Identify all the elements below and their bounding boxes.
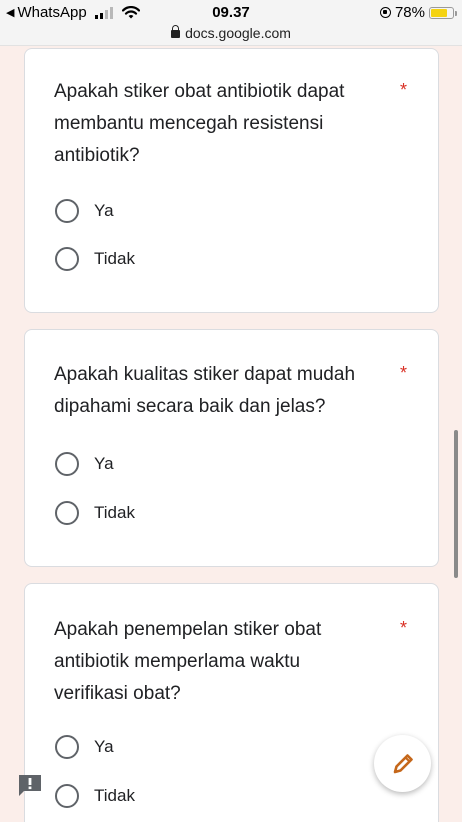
status-right: 78% xyxy=(379,4,457,21)
radio-option[interactable]: Tidak xyxy=(55,784,135,808)
radio-option[interactable]: Ya xyxy=(55,199,114,223)
question-text: Apakah kualitas stiker dapat mudah dipah… xyxy=(54,364,356,417)
question-card: Apakah stiker obat antibiotik dapat memb… xyxy=(24,48,439,313)
battery-icon xyxy=(429,6,457,19)
question-text: Apakah penempelan stiker obat antibiotik… xyxy=(54,619,322,704)
status-bar: ◀ WhatsApp 09.37 docs.google.com 78% xyxy=(0,0,462,46)
radio-option[interactable]: Ya xyxy=(55,735,114,759)
address-bar[interactable]: docs.google.com xyxy=(0,25,462,41)
required-asterisk: * xyxy=(399,618,407,638)
radio-button[interactable] xyxy=(55,452,79,476)
required-asterisk: * xyxy=(399,363,407,383)
option-label[interactable]: Ya xyxy=(94,454,114,474)
option-label[interactable]: Tidak xyxy=(94,249,135,269)
radio-option[interactable]: Tidak xyxy=(55,501,135,525)
option-label[interactable]: Ya xyxy=(94,737,114,757)
option-label[interactable]: Ya xyxy=(94,201,114,221)
radio-button[interactable] xyxy=(55,199,79,223)
option-label[interactable]: Tidak xyxy=(94,503,135,523)
option-label[interactable]: Tidak xyxy=(94,786,135,806)
battery-percent: 78% xyxy=(394,4,425,21)
orientation-lock-icon xyxy=(379,7,391,18)
question-card: Apakah penempelan stiker obat antibiotik… xyxy=(24,583,439,822)
edit-fab-button[interactable] xyxy=(374,735,431,792)
scrollbar[interactable] xyxy=(454,430,458,578)
url-text[interactable]: docs.google.com xyxy=(185,25,291,41)
question-card: Apakah kualitas stiker dapat mudah dipah… xyxy=(24,329,439,567)
radio-button[interactable] xyxy=(55,784,79,808)
question-text: Apakah stiker obat antibiotik dapat memb… xyxy=(54,81,345,166)
radio-button[interactable] xyxy=(55,501,79,525)
lock-icon xyxy=(171,25,181,38)
pencil-icon xyxy=(393,753,413,773)
required-asterisk: * xyxy=(399,80,407,100)
radio-option[interactable]: Ya xyxy=(55,452,114,476)
radio-button[interactable] xyxy=(55,735,79,759)
report-icon[interactable] xyxy=(17,773,43,797)
radio-option[interactable]: Tidak xyxy=(55,247,135,271)
radio-button[interactable] xyxy=(55,247,79,271)
